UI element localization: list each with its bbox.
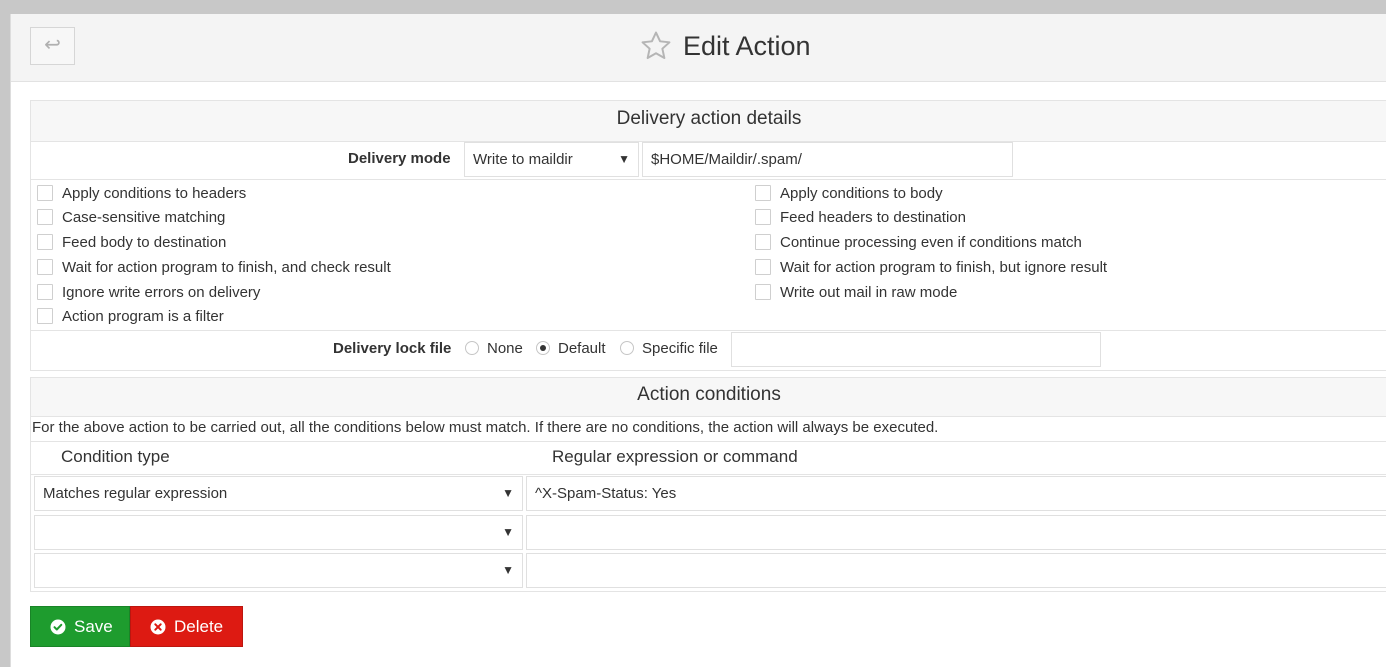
close-circle-icon: [150, 619, 166, 634]
divider: [31, 179, 1386, 180]
option-label: Wait for action program to finish, but i…: [780, 258, 1108, 276]
condition-expr-input-2[interactable]: [526, 515, 1386, 550]
delete-label: Delete: [174, 616, 224, 636]
option-continue-processing[interactable]: Continue processing even if conditions m…: [755, 232, 1082, 252]
radio-label: Specific file: [642, 339, 718, 357]
column-header-expr: Regular expression or command: [552, 447, 798, 466]
lock-file-label: Delivery lock file: [333, 340, 452, 357]
delivery-path-value: $HOME/Maildir/.spam/: [651, 151, 802, 168]
option-label: Apply conditions to headers: [62, 184, 247, 202]
option-is-filter[interactable]: Action program is a filter: [37, 306, 224, 326]
checkbox[interactable]: [755, 234, 771, 250]
checkbox[interactable]: [755, 259, 771, 275]
chevron-down-icon: ▼: [502, 486, 514, 500]
star-icon[interactable]: [639, 29, 673, 63]
chevron-down-icon: ▼: [502, 563, 514, 577]
checkbox[interactable]: [37, 185, 53, 201]
condition-type-value: Matches regular expression: [43, 485, 228, 502]
check-circle-icon: [50, 619, 66, 634]
option-wait-ignore[interactable]: Wait for action program to finish, but i…: [755, 257, 1107, 277]
option-label: Continue processing even if conditions m…: [780, 233, 1082, 251]
back-button[interactable]: ↩: [30, 27, 75, 65]
option-case-sensitive[interactable]: Case-sensitive matching: [37, 207, 225, 227]
option-label: Write out mail in raw mode: [780, 283, 958, 301]
title-area: Edit Action: [639, 26, 811, 66]
condition-expr-input-3[interactable]: [526, 553, 1386, 588]
divider: [31, 441, 1386, 442]
delete-button[interactable]: Delete: [130, 606, 243, 647]
delivery-mode-select[interactable]: Write to maildir ▼: [464, 142, 639, 177]
condition-expr-input-1[interactable]: ^X-Spam-Status: Yes: [526, 476, 1386, 511]
checkbox[interactable]: [755, 209, 771, 225]
option-ignore-write-errors[interactable]: Ignore write errors on delivery: [37, 282, 260, 302]
option-label: Action program is a filter: [62, 307, 224, 325]
checkbox[interactable]: [37, 234, 53, 250]
conditions-section-title: Action conditions: [31, 378, 1386, 417]
radio-label: None: [487, 339, 523, 357]
checkbox[interactable]: [755, 284, 771, 300]
option-label: Wait for action program to finish, and c…: [62, 258, 391, 276]
option-feed-headers[interactable]: Feed headers to destination: [755, 207, 966, 227]
lock-default-option[interactable]: Default: [536, 338, 606, 358]
checkbox[interactable]: [755, 185, 771, 201]
save-label: Save: [74, 616, 113, 636]
lock-specific-option[interactable]: Specific file: [620, 338, 718, 358]
chevron-down-icon: ▼: [618, 152, 630, 166]
return-arrow-icon: ↩: [44, 34, 61, 56]
divider: [31, 330, 1386, 331]
lock-file-input[interactable]: [731, 332, 1101, 367]
condition-expr-value: ^X-Spam-Status: Yes: [535, 485, 677, 502]
condition-type-select-2[interactable]: ▼: [34, 515, 523, 550]
chevron-down-icon: ▼: [502, 525, 514, 539]
condition-type-select-3[interactable]: ▼: [34, 553, 523, 588]
checkbox[interactable]: [37, 284, 53, 300]
checkbox[interactable]: [37, 259, 53, 275]
option-apply-headers[interactable]: Apply conditions to headers: [37, 183, 246, 203]
option-label: Case-sensitive matching: [62, 208, 226, 226]
page-frame: ↩ Edit Action Delivery action details De…: [10, 14, 1386, 667]
condition-type-select-1[interactable]: Matches regular expression ▼: [34, 476, 523, 511]
delivery-path-input[interactable]: $HOME/Maildir/.spam/: [642, 142, 1013, 177]
checkbox[interactable]: [37, 308, 53, 324]
option-label: Feed headers to destination: [780, 208, 966, 226]
radio-label: Default: [558, 339, 606, 357]
option-feed-body[interactable]: Feed body to destination: [37, 232, 226, 252]
divider: [31, 474, 1386, 475]
lock-none-option[interactable]: None: [465, 338, 523, 358]
option-apply-body[interactable]: Apply conditions to body: [755, 183, 943, 203]
save-button[interactable]: Save: [30, 606, 130, 647]
delivery-mode-label: Delivery mode: [348, 150, 451, 167]
column-header-type: Condition type: [61, 447, 170, 466]
delivery-mode-value: Write to maildir: [473, 151, 573, 168]
radio-button[interactable]: [465, 341, 479, 355]
conditions-description: For the above action to be carried out, …: [32, 419, 939, 436]
page-title: Edit Action: [683, 30, 811, 61]
delivery-section-title: Delivery action details: [31, 101, 1386, 142]
option-label: Ignore write errors on delivery: [62, 283, 261, 301]
checkbox[interactable]: [37, 209, 53, 225]
option-wait-check[interactable]: Wait for action program to finish, and c…: [37, 257, 391, 277]
option-label: Apply conditions to body: [780, 184, 943, 202]
top-bar: ↩ Edit Action: [11, 14, 1386, 82]
radio-button[interactable]: [536, 341, 550, 355]
radio-button[interactable]: [620, 341, 634, 355]
option-raw-mode[interactable]: Write out mail in raw mode: [755, 282, 957, 302]
option-label: Feed body to destination: [62, 233, 227, 251]
